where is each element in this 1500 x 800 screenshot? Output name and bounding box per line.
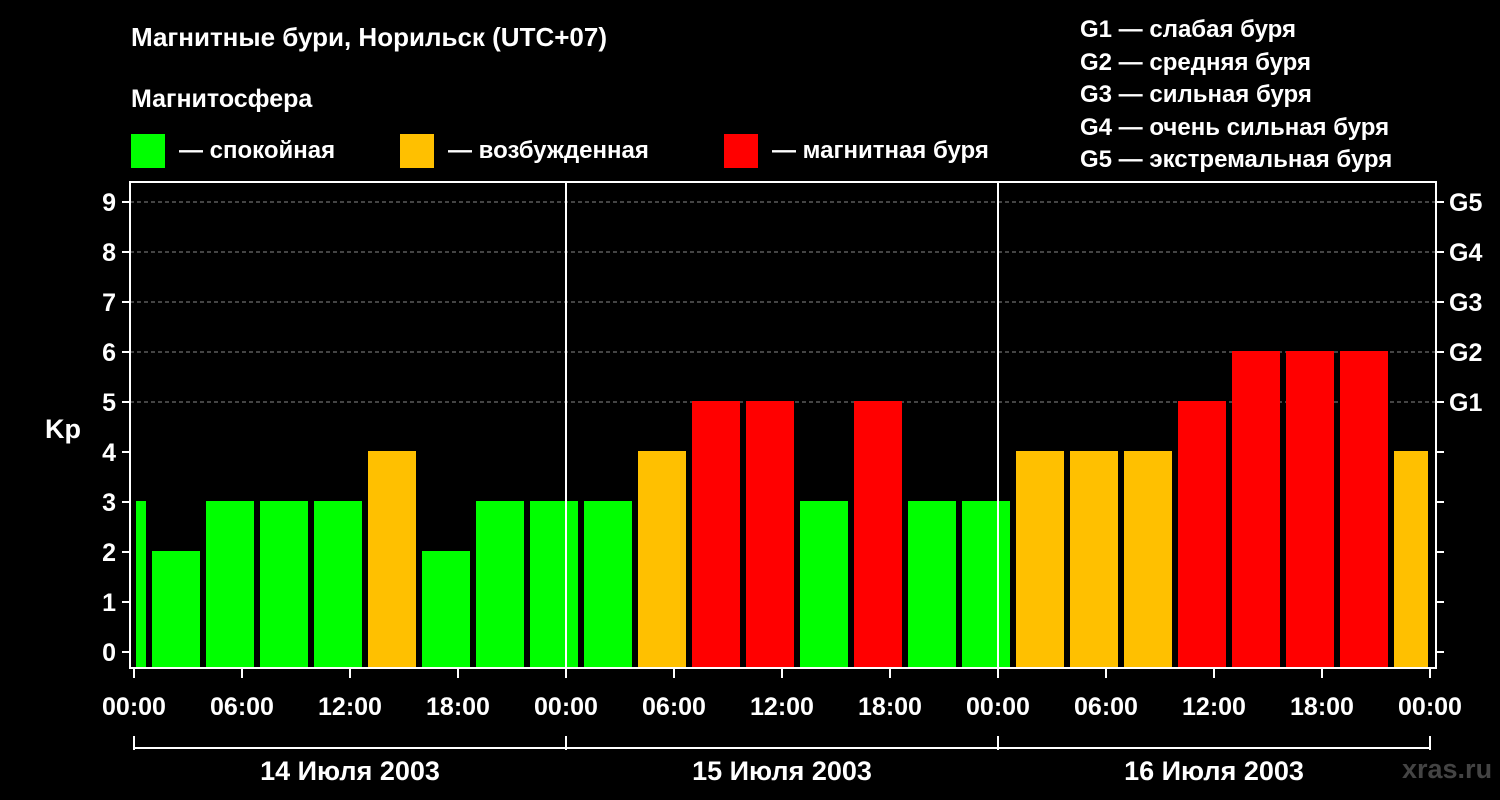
kp-bar xyxy=(314,501,362,668)
right-axis-label-g2: G2 xyxy=(1449,339,1482,367)
right-axis-label-g3: G3 xyxy=(1449,289,1482,317)
x-tick-label: 12:00 xyxy=(1182,693,1246,721)
x-tick-label: 06:00 xyxy=(642,693,706,721)
kp-bar xyxy=(1178,401,1226,668)
right-axis-label-g5: G5 xyxy=(1449,189,1482,217)
right-axis-label-g1: G1 xyxy=(1449,389,1482,417)
kp-bar xyxy=(152,551,200,668)
x-tick-label: 00:00 xyxy=(102,693,166,721)
day-label: 16 Июля 2003 xyxy=(1124,756,1304,786)
y-tick-label: 2 xyxy=(102,539,116,567)
kp-bar xyxy=(1340,351,1388,668)
kp-bar xyxy=(368,451,416,668)
y-tick-label: 8 xyxy=(102,239,116,267)
kp-bar xyxy=(206,501,254,668)
kp-bar xyxy=(962,501,1010,668)
x-tick-label: 18:00 xyxy=(858,693,922,721)
y-tick-label: 7 xyxy=(102,289,116,317)
kp-bar xyxy=(800,501,848,668)
kp-bar xyxy=(746,401,794,668)
x-tick-label: 00:00 xyxy=(966,693,1030,721)
kp-bar xyxy=(908,501,956,668)
kp-bar xyxy=(584,501,632,668)
right-axis-label-g4: G4 xyxy=(1449,239,1482,267)
day-label: 14 Июля 2003 xyxy=(260,756,440,786)
y-tick-label: 3 xyxy=(102,489,116,517)
kp-bar xyxy=(854,401,902,668)
y-tick-label: 6 xyxy=(102,339,116,367)
kp-bar xyxy=(1286,351,1334,668)
kp-bar-chart: Kp 0 1 2 3 4 5 6 7 8 9 G1 G2 G3 G4 G5 00:00 06:00 12:00 18… xyxy=(45,181,1482,786)
kp-bar xyxy=(1394,451,1428,668)
y-axis-label: Kp xyxy=(45,414,81,444)
y-tick-label: 4 xyxy=(102,439,116,467)
kp-bar xyxy=(136,501,146,668)
kp-bar xyxy=(1070,451,1118,668)
day-label: 15 Июля 2003 xyxy=(692,756,872,786)
x-tick-label: 00:00 xyxy=(534,693,598,721)
kp-bar xyxy=(638,451,686,668)
x-tick-label: 18:00 xyxy=(426,693,490,721)
watermark: xras.ru xyxy=(1402,754,1493,784)
y-tick-label: 5 xyxy=(102,389,116,417)
x-tick-label: 12:00 xyxy=(750,693,814,721)
kp-bar xyxy=(1016,451,1064,668)
kp-bar xyxy=(1124,451,1172,668)
kp-bar xyxy=(692,401,740,668)
y-tick-label: 1 xyxy=(102,589,116,617)
kp-bar xyxy=(1232,351,1280,668)
x-tick-label: 06:00 xyxy=(210,693,274,721)
y-tick-label: 9 xyxy=(102,189,116,217)
x-tick-label: 12:00 xyxy=(318,693,382,721)
x-tick-label: 18:00 xyxy=(1290,693,1354,721)
kp-bar xyxy=(260,501,308,668)
kp-bar xyxy=(476,501,524,668)
kp-bar xyxy=(422,551,470,668)
x-tick-label: 06:00 xyxy=(1074,693,1138,721)
x-tick-label: 00:00 xyxy=(1398,693,1462,721)
y-tick-label: 0 xyxy=(102,639,116,667)
kp-bar xyxy=(530,501,578,668)
